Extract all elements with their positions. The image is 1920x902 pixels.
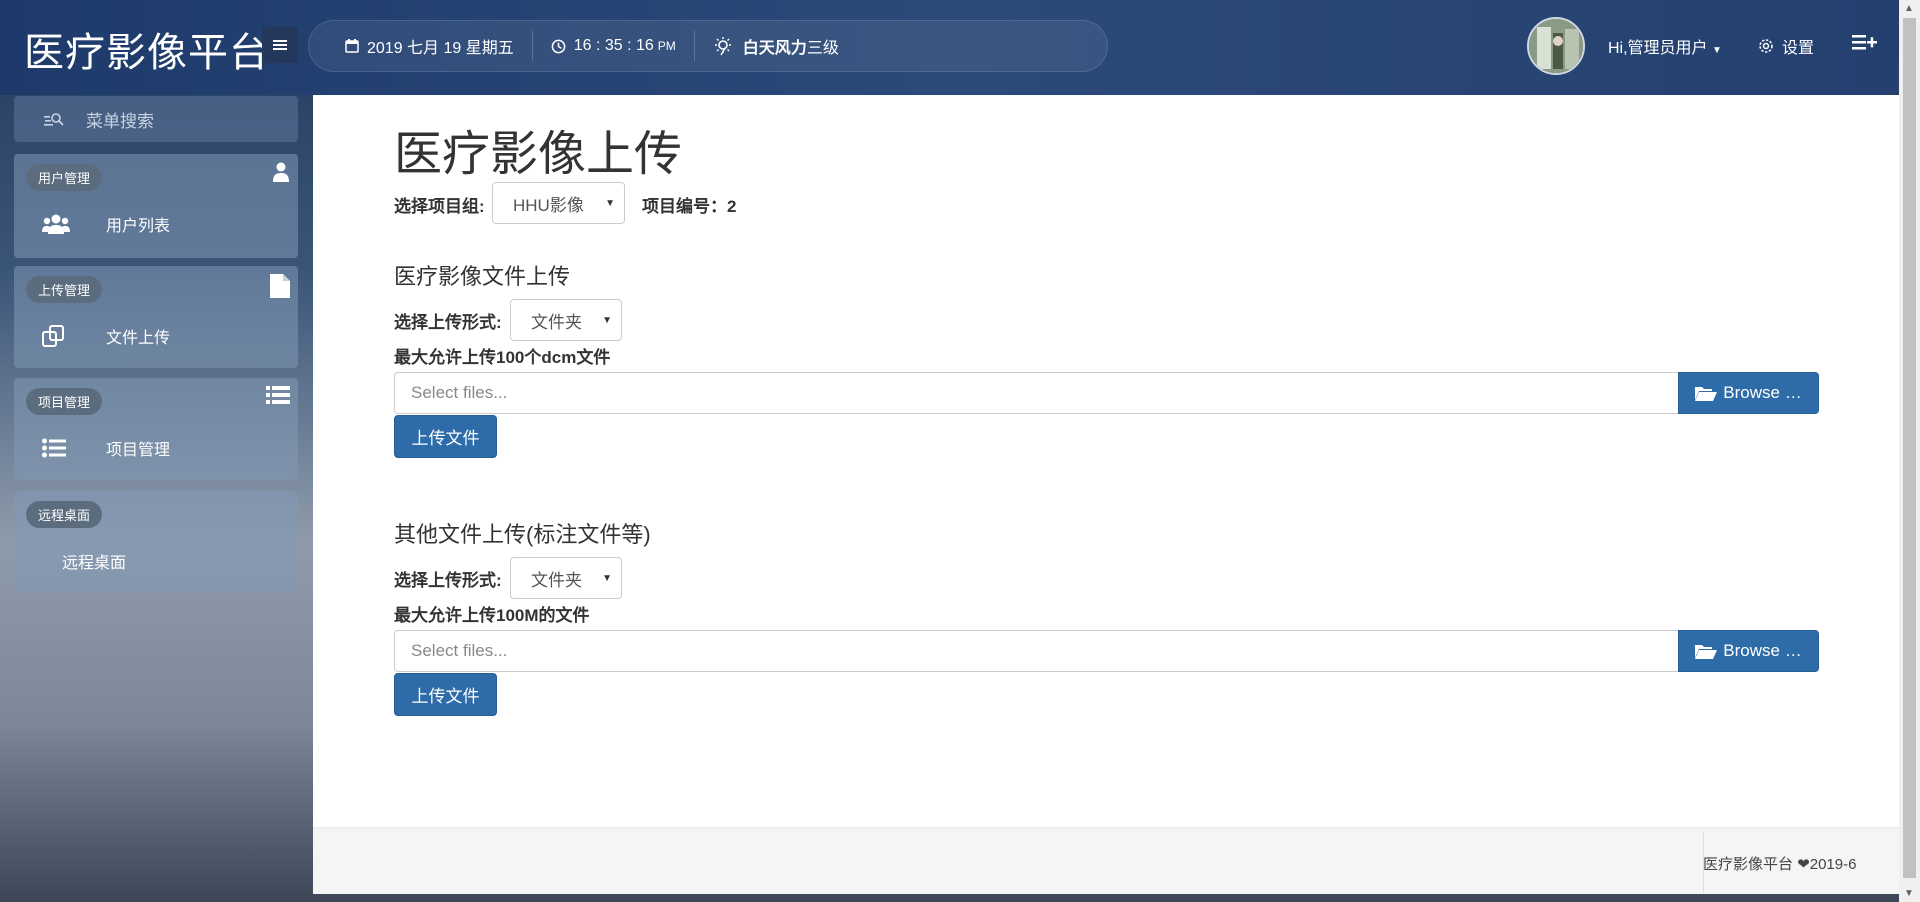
sidebar-item-project-manage[interactable]: 项目管理 — [42, 436, 170, 460]
date-display: 2019 七月 19 星期五 — [345, 31, 533, 61]
vertical-scrollbar[interactable]: ▲ ▼ — [1899, 0, 1920, 902]
other-browse-button[interactable]: Browse … — [1678, 630, 1819, 672]
project-id-label-text: 项目编号： — [642, 197, 727, 216]
time-display: 16 : 35 : 16 PM — [551, 31, 695, 61]
settings-label: 设置 — [1782, 40, 1815, 57]
gear-icon — [1759, 39, 1773, 53]
dicom-file-input[interactable]: Select files... — [394, 372, 1680, 414]
panel-badge: 项目管理 — [26, 388, 103, 415]
weather-text: 白天风力 — [742, 40, 807, 57]
user-icon — [272, 162, 290, 187]
scroll-up-arrow-icon[interactable]: ▲ — [1904, 3, 1914, 14]
user-greeting: Hi,管理员用户 — [1608, 40, 1708, 57]
users-icon — [42, 213, 82, 235]
top-navbar: 医疗影像平台V1 2019 七月 19 星期五 16 : 35 : 16PM 白… — [0, 0, 1898, 95]
dicom-upload-title: 医疗影像文件上传 — [394, 264, 571, 289]
calendar-icon — [345, 39, 359, 53]
browse-label: Browse … — [1723, 383, 1802, 402]
hamburger-icon — [273, 40, 287, 50]
other-upload-mode-select[interactable]: 文件夹 ▼ — [510, 557, 622, 599]
caret-down-icon: ▼ — [1712, 45, 1722, 56]
sidebar-item-label: 远程桌面 — [62, 555, 127, 572]
page-footer — [313, 827, 1899, 894]
sidebar-item-user-list[interactable]: 用户列表 — [42, 212, 170, 236]
sidebar-panel-upload: 上传管理 文件上传 — [14, 266, 298, 368]
scrollbar-thumb[interactable] — [1903, 18, 1916, 878]
other-upload-button[interactable]: 上传文件 — [394, 673, 497, 716]
caret-down-icon: ▼ — [602, 573, 612, 584]
weather-icon — [714, 37, 731, 56]
upload-mode-label: 选择上传形式: — [394, 571, 502, 590]
project-id-label: 项目编号：2 — [642, 192, 736, 217]
sidebar-item-remote-desktop[interactable]: 远程桌面 — [62, 549, 126, 573]
dicom-upload-mode-select[interactable]: 文件夹 ▼ — [510, 299, 622, 341]
settings-link[interactable]: 设置 — [1758, 34, 1814, 58]
folder-open-icon — [1695, 387, 1718, 401]
sidebar-toggle-button[interactable] — [262, 27, 298, 63]
project-group-value: HHU影像 — [513, 195, 584, 215]
weather-level: 三级 — [806, 40, 839, 57]
user-avatar[interactable] — [1527, 17, 1585, 75]
other-upload-title: 其他文件上传(标注文件等) — [394, 522, 651, 547]
brand-title: 医疗影像平台 — [24, 30, 270, 76]
upload-mode-value: 文件夹 — [531, 312, 582, 332]
file-icon — [270, 274, 290, 303]
browse-label: Browse … — [1723, 641, 1802, 660]
project-id-value: 2 — [727, 197, 737, 216]
expand-menu-button[interactable] — [1852, 32, 1878, 57]
dicom-upload-button[interactable]: 上传文件 — [394, 415, 497, 458]
sidebar-panel-remote: 远程桌面 远程桌面 — [14, 491, 298, 592]
search-icon — [44, 113, 64, 126]
time-text: 16 : 35 : 16 — [573, 37, 654, 54]
file-input-placeholder: Select files... — [411, 641, 508, 660]
footer-text: 医疗影像平台 ❤2019-6 — [1703, 856, 1857, 873]
avatar-image — [1529, 19, 1583, 73]
sidebar-panel-user: 用户管理 用户列表 — [14, 154, 298, 258]
clock-icon — [551, 39, 566, 53]
project-group-label: 选择项目组: — [394, 197, 485, 216]
sidebar-item-label: 文件上传 — [106, 330, 171, 347]
other-limit-note: 最大允许上传100M的文件 — [394, 606, 590, 625]
sidebar-item-label: 用户列表 — [106, 218, 171, 235]
upload-button-label: 上传文件 — [411, 429, 480, 448]
folder-open-icon — [1695, 645, 1718, 659]
panel-badge: 远程桌面 — [26, 501, 103, 528]
copy-files-icon — [42, 325, 82, 347]
sidebar-panel-project: 项目管理 项目管理 — [14, 378, 298, 480]
scroll-down-arrow-icon[interactable]: ▼ — [1904, 888, 1914, 899]
upload-button-label: 上传文件 — [411, 687, 480, 706]
date-text: 2019 七月 19 星期五 — [367, 40, 514, 57]
caret-down-icon: ▼ — [602, 315, 612, 326]
list-icon — [266, 386, 290, 409]
menu-plus-icon — [1852, 35, 1877, 50]
info-bar: 2019 七月 19 星期五 16 : 35 : 16 PM 白天风力 三级 — [308, 20, 1108, 72]
page-title: 医疗影像上传 — [394, 126, 683, 182]
menu-search-placeholder: 菜单搜索 — [86, 111, 154, 131]
sidebar-item-label: 项目管理 — [106, 442, 171, 459]
list-ul-icon — [42, 438, 82, 458]
other-file-input[interactable]: Select files... — [394, 630, 1680, 672]
caret-down-icon: ▼ — [605, 198, 615, 209]
panel-badge: 上传管理 — [26, 276, 103, 303]
brand-logo[interactable]: 医疗影像平台V1 — [24, 20, 292, 78]
weather-display: 白天风力 三级 — [713, 31, 857, 61]
project-group-select[interactable]: HHU影像 ▼ — [492, 182, 625, 224]
user-menu-dropdown[interactable]: Hi,管理员用户 ▼ — [1608, 34, 1722, 58]
upload-mode-label: 选择上传形式: — [394, 313, 502, 332]
dicom-browse-button[interactable]: Browse … — [1678, 372, 1819, 414]
panel-badge: 用户管理 — [26, 164, 103, 191]
ampm-text: PM — [657, 39, 676, 53]
file-input-placeholder: Select files... — [411, 383, 508, 402]
upload-mode-value: 文件夹 — [531, 570, 582, 590]
sidebar-item-file-upload[interactable]: 文件上传 — [42, 324, 170, 348]
menu-search-input[interactable]: 菜单搜索 — [14, 96, 298, 142]
dicom-limit-note: 最大允许上传100个dcm文件 — [394, 348, 611, 367]
